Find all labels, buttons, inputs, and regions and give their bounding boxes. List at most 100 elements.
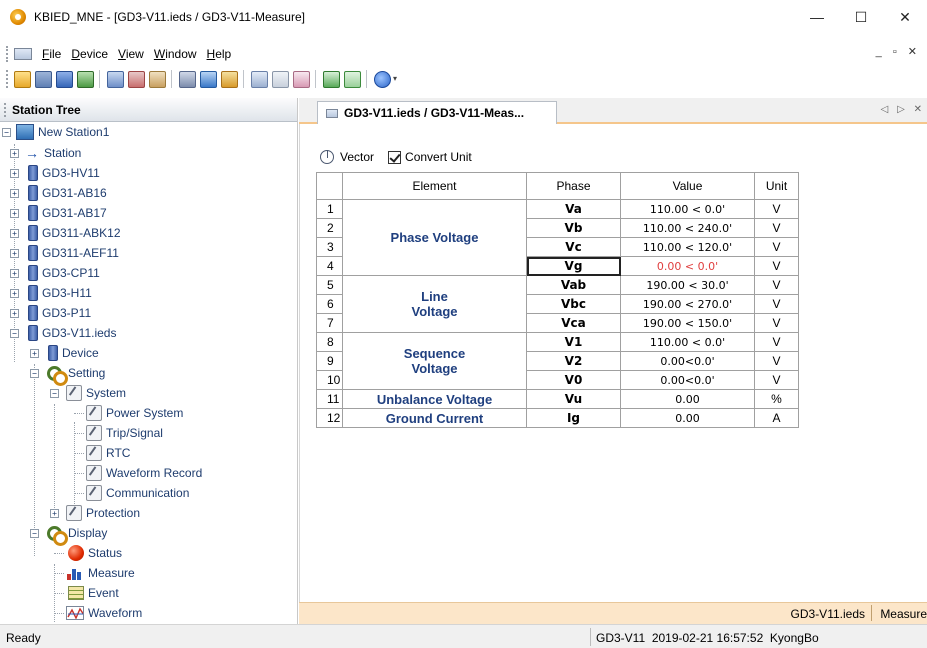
device-icon [28, 265, 38, 281]
collapse-toggle[interactable]: − [30, 369, 39, 378]
tree-item-rtc[interactable]: RTC [86, 443, 130, 463]
connect-icon[interactable] [56, 70, 73, 88]
phase-cell[interactable]: V2 [526, 351, 621, 371]
chart-icon[interactable] [149, 70, 166, 88]
phase-cell[interactable]: V0 [526, 370, 621, 390]
tree-item-communication[interactable]: Communication [86, 483, 189, 503]
tree-item-open-device[interactable]: GD3-V11.ieds [28, 323, 116, 343]
tree-item-device[interactable]: GD311-AEF11 [28, 243, 119, 263]
tree-item-event[interactable]: Event [68, 583, 119, 603]
tree-item-station[interactable]: → Station [24, 143, 81, 163]
table-row[interactable]: 8 Sequence Voltage V1 110.00 < 0.0' V [316, 332, 799, 390]
tree-item-device[interactable]: GD3-HV11 [28, 163, 100, 183]
open-folder-icon[interactable] [14, 70, 31, 88]
window-icon[interactable] [251, 70, 268, 88]
phase-cell[interactable]: Vg [526, 256, 621, 276]
toolbar-overflow-icon[interactable]: ▾ [393, 75, 401, 83]
tree-item-device[interactable]: GD3-CP11 [28, 263, 100, 283]
convert-unit-label[interactable]: Convert Unit [405, 150, 472, 164]
tree-item-protection[interactable]: Protection [66, 503, 140, 523]
tree-item-device[interactable]: GD31-AB17 [28, 203, 107, 223]
scatter-icon[interactable] [272, 70, 289, 88]
tree-item-display[interactable]: Display [46, 523, 107, 546]
phase-cell[interactable]: Vca [526, 313, 621, 333]
menu-device[interactable]: Device [71, 47, 108, 61]
tree-item-device[interactable]: GD31-AB16 [28, 183, 107, 203]
expand-toggle[interactable]: + [10, 289, 19, 298]
tree-item-system[interactable]: System [66, 383, 126, 403]
cancel-icon[interactable] [344, 70, 361, 88]
maximize-button[interactable]: ☐ [839, 0, 883, 34]
tree-item-power-system[interactable]: Power System [86, 403, 183, 423]
tree-item-device[interactable]: GD311-ABK12 [28, 223, 121, 243]
vector-icon[interactable] [320, 150, 334, 164]
tab-measure[interactable]: GD3-V11.ieds / GD3-V11-Meas... [317, 101, 557, 124]
tree-item-setting[interactable]: Setting [46, 363, 105, 386]
minimize-button[interactable]: — [795, 0, 839, 34]
tree-label: GD3-HV11 [42, 166, 100, 180]
grid-icon[interactable] [221, 70, 238, 88]
expand-toggle[interactable]: + [10, 209, 19, 218]
phase-cell[interactable]: Vc [526, 237, 621, 257]
collapse-toggle[interactable]: − [50, 389, 59, 398]
expand-toggle[interactable]: + [10, 189, 19, 198]
scatter-color-icon[interactable] [293, 70, 310, 88]
tab-navigation[interactable]: ◁ ▷ ✕ [881, 104, 925, 115]
tree-item-waveform[interactable]: Waveform [66, 603, 142, 622]
expand-toggle[interactable]: + [10, 229, 19, 238]
tree-item-status[interactable]: Status [68, 543, 122, 563]
convert-unit-checkbox[interactable] [388, 150, 402, 164]
tree-item-device-node[interactable]: Device [48, 343, 99, 363]
tree-guide-line [34, 364, 35, 556]
tree-icon[interactable] [107, 70, 124, 88]
table-row[interactable]: 5 Line Voltage Vab 190.00 < 30.0' V [316, 275, 799, 333]
save-icon[interactable] [35, 70, 52, 88]
expand-toggle[interactable]: + [10, 249, 19, 258]
tree-root-station[interactable]: New Station1 [16, 122, 109, 142]
menu-help[interactable]: Help [207, 47, 232, 61]
tree-item-waveform-record[interactable]: Waveform Record [86, 463, 202, 483]
phase-cell[interactable]: V1 [526, 332, 621, 352]
collapse-toggle[interactable]: − [2, 128, 11, 137]
menu-grip[interactable] [6, 46, 10, 62]
vector-label[interactable]: Vector [340, 150, 374, 164]
expand-toggle[interactable]: + [30, 349, 39, 358]
menu-window[interactable]: Window [154, 47, 197, 61]
tree-item-measure[interactable]: Measure [66, 563, 135, 583]
transfer-icon[interactable] [128, 70, 145, 88]
upload-icon[interactable] [323, 70, 340, 88]
network-icon[interactable] [77, 70, 94, 88]
phase-cell[interactable]: Vb [526, 218, 621, 238]
settings-icon[interactable] [179, 70, 196, 88]
tree-item-trip-signal[interactable]: Trip/Signal [86, 423, 163, 443]
table-row[interactable]: 11 Unbalance Voltage Vu 0.00% [316, 389, 799, 409]
expand-toggle[interactable]: + [10, 269, 19, 278]
expand-toggle[interactable]: + [50, 509, 59, 518]
document-icon[interactable] [14, 48, 32, 60]
unit-cell: V [754, 313, 799, 333]
mdi-controls[interactable]: _ ▫ ✕ [876, 45, 921, 58]
expand-toggle[interactable]: + [10, 169, 19, 178]
phase-cell[interactable]: Vbc [526, 294, 621, 314]
toolbar-grip[interactable] [6, 70, 10, 88]
phase-cell[interactable]: Ig [526, 408, 621, 428]
collapse-toggle[interactable]: − [30, 529, 39, 538]
tree-item-device[interactable]: GD3-P11 [28, 303, 91, 323]
menu-view[interactable]: View [118, 47, 144, 61]
phase-cell[interactable]: Vu [526, 389, 621, 409]
help-icon[interactable] [374, 70, 391, 88]
collapse-toggle[interactable]: − [10, 329, 19, 338]
row-index: 11 [316, 389, 343, 409]
phase-cell[interactable]: Vab [526, 275, 621, 295]
table-row[interactable]: 12 Ground Current Ig 0.00 A [316, 408, 799, 428]
menu-file[interactable]: File [42, 47, 61, 61]
tree-item-device[interactable]: GD3-H11 [28, 283, 92, 303]
table-row[interactable]: 1 Phase Voltage Va 110.00 < 0.0' V [316, 199, 799, 276]
phase-cell[interactable]: Va [526, 199, 621, 219]
close-button[interactable]: ✕ [883, 0, 927, 34]
expand-toggle[interactable]: + [10, 309, 19, 318]
panel-grip-icon[interactable] [4, 102, 8, 117]
app-icon[interactable] [10, 9, 26, 25]
monitor-icon[interactable] [200, 70, 217, 88]
expand-toggle[interactable]: + [10, 149, 19, 158]
